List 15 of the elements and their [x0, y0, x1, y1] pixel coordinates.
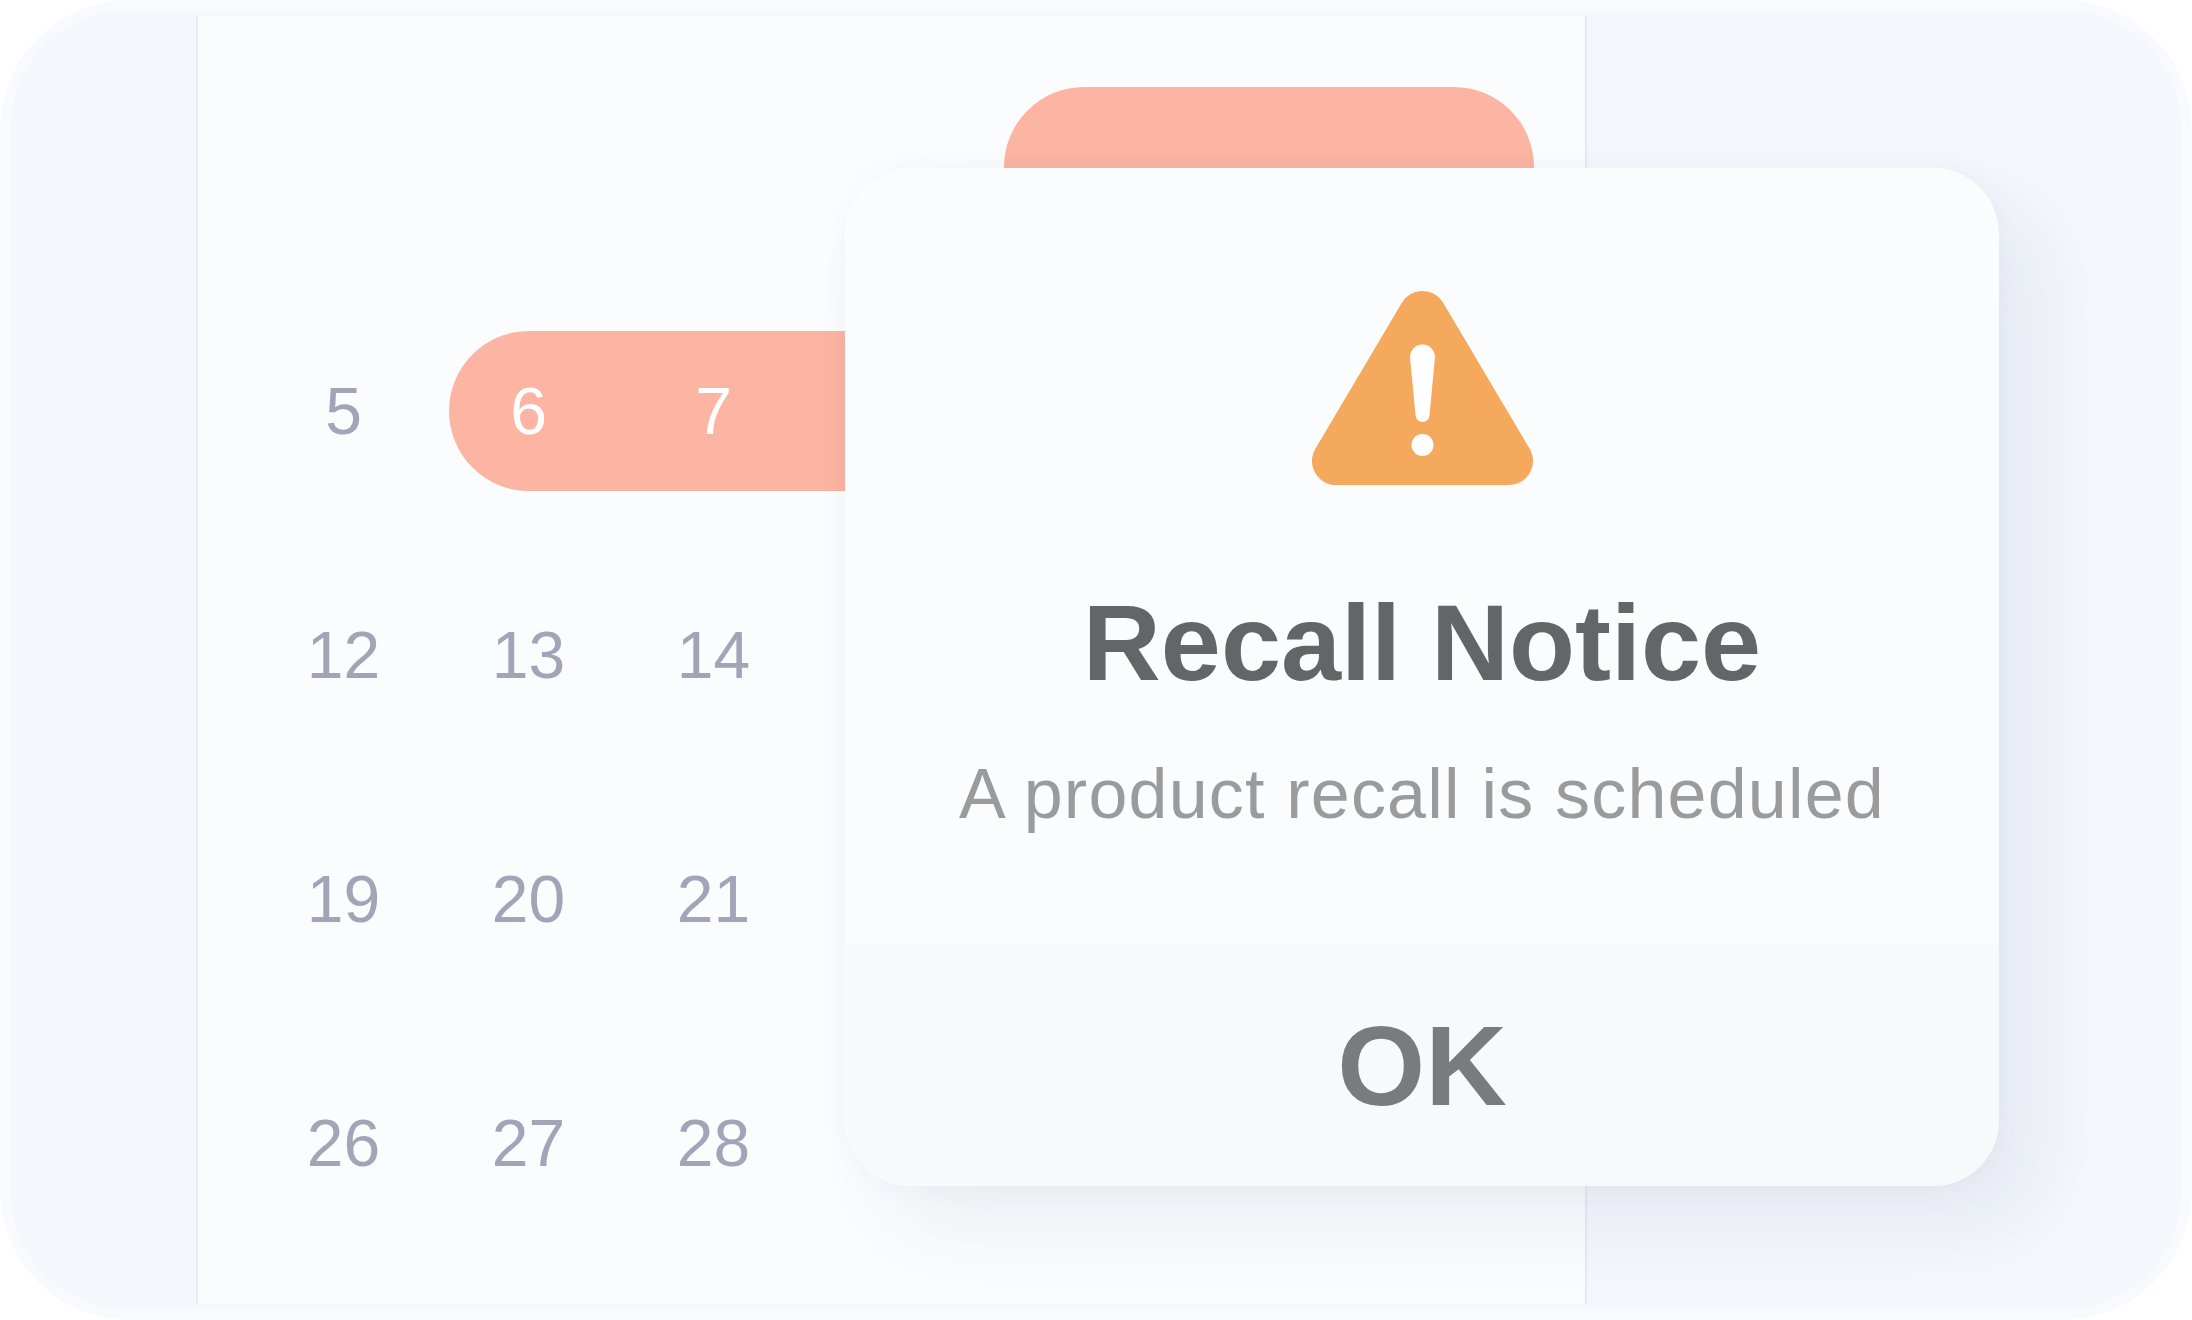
day-number[interactable]: 28 [676, 1110, 751, 1176]
day-number[interactable]: 19 [306, 866, 381, 932]
day-number[interactable]: 13 [491, 622, 566, 688]
day-number[interactable]: 27 [491, 1110, 566, 1176]
day-number[interactable]: 6 [510, 378, 547, 444]
day-number[interactable]: 26 [306, 1110, 381, 1176]
day-number[interactable]: 21 [676, 866, 751, 932]
ok-button[interactable]: OK [845, 945, 1999, 1186]
day-number[interactable]: 5 [325, 378, 362, 444]
day-number[interactable]: 12 [306, 622, 381, 688]
dialog-title: Recall Notice [1082, 581, 1762, 705]
dialog-message: A product recall is scheduled [959, 754, 1885, 835]
day-number[interactable]: 20 [491, 866, 566, 932]
day-number[interactable]: 7 [695, 378, 732, 444]
day-number[interactable]: 14 [676, 622, 751, 688]
